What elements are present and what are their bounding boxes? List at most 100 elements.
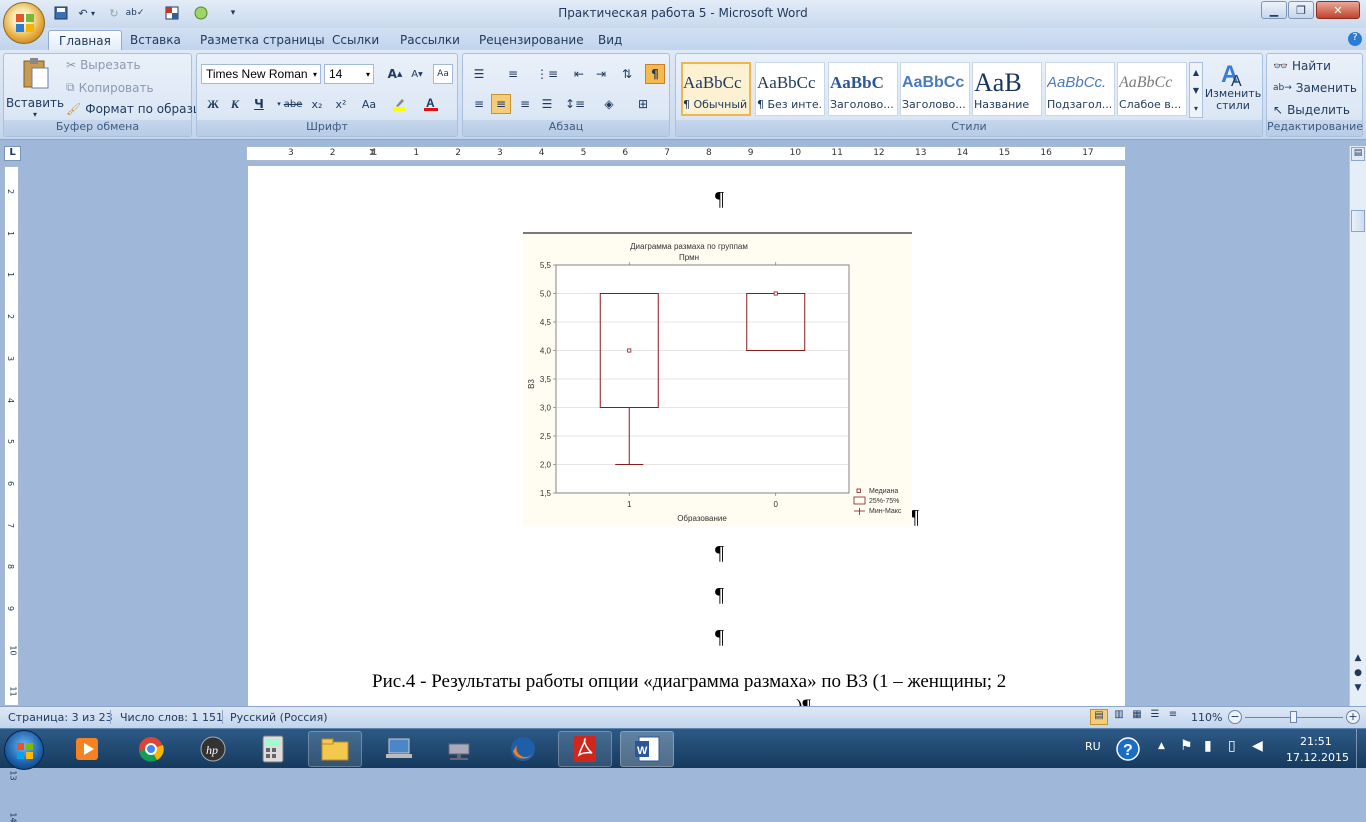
tab-home[interactable]: Главная xyxy=(48,30,122,50)
tab-selector[interactable]: L xyxy=(4,146,21,161)
tab-references[interactable]: Ссылки xyxy=(322,30,389,50)
change-styles-button[interactable]: AA Изменить стили xyxy=(1204,60,1262,122)
minimize-button[interactable]: ▁ xyxy=(1261,1,1287,19)
zoom-in-icon[interactable]: + xyxy=(1346,710,1360,724)
help-tray-icon[interactable]: ? xyxy=(1114,735,1142,763)
underline-button[interactable]: Ч xyxy=(249,94,269,114)
align-left-icon[interactable]: ≡ xyxy=(469,94,489,114)
chrome-icon[interactable] xyxy=(124,731,178,767)
line-spacing-icon[interactable]: ↕≡ xyxy=(565,94,585,114)
show-desktop-button[interactable] xyxy=(1356,729,1366,769)
italic-button[interactable]: К xyxy=(225,94,245,114)
more-icon[interactable]: ▾ xyxy=(1194,104,1198,113)
tab-insert[interactable]: Вставка xyxy=(120,30,191,50)
bullets-icon[interactable]: ☰ xyxy=(469,64,489,84)
bold-button[interactable]: Ж xyxy=(203,94,223,114)
clock-time[interactable]: 21:51 xyxy=(1300,735,1332,748)
media-player-icon[interactable] xyxy=(60,731,114,767)
font-family-select[interactable]: Times New Roman ▾ xyxy=(201,64,321,84)
align-right-icon[interactable]: ≡ xyxy=(515,94,535,114)
ruler-toggle-icon[interactable]: ▤ xyxy=(1351,147,1365,161)
cut-button[interactable]: ✂ Вырезать xyxy=(66,58,141,72)
network-drive-icon[interactable] xyxy=(432,731,486,767)
multilevel-list-icon[interactable]: ⋮≡ xyxy=(536,64,558,84)
browse-object-icon[interactable]: ● xyxy=(1351,666,1365,681)
style-heading-2[interactable]: AaBbCc Заголово... xyxy=(900,62,970,116)
copy-button[interactable]: ⧉ Копировать xyxy=(66,80,154,95)
change-case-button[interactable]: Aa xyxy=(357,94,381,114)
hp-icon[interactable]: hp xyxy=(186,731,240,767)
font-color-icon[interactable]: A xyxy=(421,94,441,114)
justify-icon[interactable]: ☰ xyxy=(537,94,557,114)
increase-indent-icon[interactable]: ⇥ xyxy=(591,64,611,84)
language[interactable]: Русский (Россия) xyxy=(230,711,328,724)
network-icon[interactable]: ▮ xyxy=(1204,738,1212,754)
superscript-button[interactable]: x² xyxy=(331,94,351,114)
style-no-spacing[interactable]: AaBbCc ¶ Без инте... xyxy=(755,62,825,116)
horizontal-ruler[interactable]: 3 2 1 1 2 3 4 5 6 7 8 9 10 11 12 13 14 15 16 17 ⧗ xyxy=(246,146,1126,161)
volume-icon[interactable]: ◀ xyxy=(1252,738,1263,754)
select-button[interactable]: ↖ Выделить xyxy=(1273,103,1350,117)
firefox-icon[interactable] xyxy=(496,731,550,767)
style-title[interactable]: AaB Название xyxy=(972,62,1042,116)
laptop-icon[interactable] xyxy=(372,731,426,767)
style-subtle-emphasis[interactable]: AaBbCc Слабое в... xyxy=(1117,62,1187,116)
shrink-font-icon[interactable]: A ▼ xyxy=(407,64,427,84)
tab-view[interactable]: Вид xyxy=(588,30,632,50)
format-painter-button[interactable]: 🖌 Формат по образцу xyxy=(66,102,208,116)
highlight-icon[interactable] xyxy=(389,94,409,114)
word-count[interactable]: Число слов: 1 151 xyxy=(120,711,223,724)
show-marks-icon[interactable]: ¶ xyxy=(645,64,665,84)
subscript-button[interactable]: x₂ xyxy=(307,94,327,114)
box-plot-chart[interactable]: Диаграмма размаха по группам Прмн 1,5 2,0… xyxy=(523,232,912,526)
calculator-icon[interactable] xyxy=(246,731,300,767)
align-center-icon[interactable]: ≡ xyxy=(491,94,511,114)
strikethrough-button[interactable]: abe xyxy=(283,94,303,114)
print-layout-icon[interactable]: ▤ xyxy=(1090,709,1108,725)
action-center-icon[interactable]: ⚑ xyxy=(1180,738,1193,754)
outline-icon[interactable]: ☰ xyxy=(1146,709,1164,725)
tab-review[interactable]: Рецензирование xyxy=(469,30,594,50)
tab-mailings[interactable]: Рассылки xyxy=(390,30,470,50)
zoom-slider-thumb[interactable] xyxy=(1290,711,1297,723)
start-button[interactable] xyxy=(4,730,44,770)
zoom-out-icon[interactable]: − xyxy=(1228,710,1242,724)
styles-scroll[interactable]: ▲ ▼ ▾ xyxy=(1189,62,1203,118)
full-screen-icon[interactable]: ▥ xyxy=(1110,709,1128,725)
style-heading-1[interactable]: AaBbC Заголово... xyxy=(828,62,898,116)
input-language[interactable]: RU xyxy=(1085,740,1101,753)
tray-expand-icon[interactable]: ▲ xyxy=(1158,741,1165,751)
clear-format-icon[interactable]: Aa xyxy=(433,64,453,84)
vertical-scrollbar[interactable]: ▤ ▲ ● ▼ xyxy=(1349,146,1366,706)
tab-page-layout[interactable]: Разметка страницы xyxy=(190,30,335,50)
word-icon[interactable]: W xyxy=(620,731,674,767)
restore-button[interactable]: ❐ xyxy=(1288,1,1314,19)
style-normal[interactable]: AaBbCc ¶ Обычный xyxy=(681,62,751,116)
office-button[interactable] xyxy=(3,2,45,44)
font-size-select[interactable]: 14 ▾ xyxy=(324,64,374,84)
chevron-down-icon[interactable]: ▼ xyxy=(1193,86,1199,95)
grow-font-icon[interactable]: A ▲ xyxy=(385,64,405,84)
paste-button[interactable]: Вставить ▾ xyxy=(6,56,64,120)
borders-icon[interactable]: ⊞ xyxy=(633,94,653,114)
style-subtitle[interactable]: AaBbCc. Подзагол... xyxy=(1045,62,1115,116)
scroll-thumb[interactable] xyxy=(1351,210,1365,232)
help-icon[interactable]: ? xyxy=(1348,32,1362,46)
decrease-indent-icon[interactable]: ⇤ xyxy=(569,64,589,84)
indent-marker-icon[interactable]: ⧗ xyxy=(369,147,376,158)
sort-icon[interactable]: ⇅ xyxy=(617,64,637,84)
zoom-level[interactable]: 110% xyxy=(1191,711,1222,724)
page-count[interactable]: Страница: 3 из 23 xyxy=(8,711,113,724)
web-layout-icon[interactable]: ▦ xyxy=(1128,709,1146,725)
pdf-reader-icon[interactable] xyxy=(558,731,612,767)
clock-date[interactable]: 17.12.2015 xyxy=(1286,751,1349,764)
vertical-ruler[interactable]: 211234567891011121314 xyxy=(4,166,19,822)
next-page-icon[interactable]: ▼ xyxy=(1351,681,1365,696)
battery-icon[interactable]: ▯ xyxy=(1228,738,1236,754)
numbering-icon[interactable]: ≡ xyxy=(503,64,523,84)
prev-page-icon[interactable]: ▲ xyxy=(1351,651,1365,666)
draft-icon[interactable]: ≡ xyxy=(1164,709,1182,725)
close-button[interactable]: ✕ xyxy=(1316,1,1360,19)
chevron-up-icon[interactable]: ▲ xyxy=(1193,68,1199,77)
replace-button[interactable]: ab→ Заменить xyxy=(1273,81,1357,95)
